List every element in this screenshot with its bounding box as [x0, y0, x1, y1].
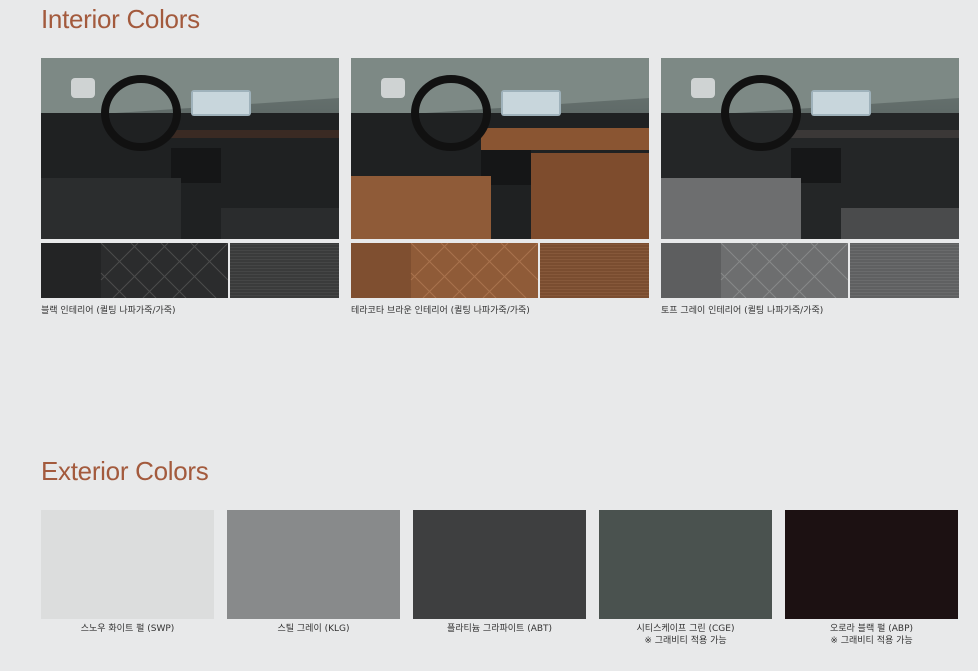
interior-caption: 토프 그레이 인테리어 (퀼팅 나파가죽/가죽)	[661, 306, 824, 316]
color-swatch	[413, 510, 586, 619]
color-caption: 오로라 블랙 펄 (ABP)	[829, 624, 914, 634]
color-swatch	[599, 510, 772, 619]
exterior-option-aurora-black-pearl[interactable]: 오로라 블랙 펄 (ABP) ※ 그래비티 적용 가능	[785, 510, 958, 647]
color-swatch	[41, 510, 214, 619]
interior-option-black[interactable]: 블랙 인테리어 (퀼팅 나파가죽/가죽)	[41, 58, 339, 316]
fabric-swatch	[850, 243, 959, 298]
interior-option-taupe-gray[interactable]: 토프 그레이 인테리어 (퀼팅 나파가죽/가죽)	[661, 58, 959, 316]
interior-photo	[351, 58, 649, 239]
leather-swatch	[661, 243, 848, 298]
color-caption: 시티스케이프 그린 (CGE)	[636, 624, 735, 634]
color-caption: 플라티늄 그라파이트 (ABT)	[446, 624, 553, 634]
interior-option-terracotta-brown[interactable]: 테라코타 브라운 인테리어 (퀼팅 나파가죽/가죽)	[351, 58, 649, 316]
color-caption: 스노우 화이트 펄 (SWP)	[80, 624, 175, 634]
interior-caption: 블랙 인테리어 (퀼팅 나파가죽/가죽)	[41, 306, 176, 316]
color-swatch	[227, 510, 400, 619]
interior-caption: 테라코타 브라운 인테리어 (퀼팅 나파가죽/가죽)	[351, 306, 530, 316]
fabric-swatch	[540, 243, 649, 298]
gravity-note: ※ 그래비티 적용 가능	[644, 636, 727, 646]
leather-swatch	[351, 243, 538, 298]
interior-dashboard-image	[661, 58, 959, 239]
color-caption: 스틸 그레이 (KLG)	[277, 624, 350, 634]
interior-photo	[41, 58, 339, 239]
interior-dashboard-image	[41, 58, 339, 239]
color-swatch	[785, 510, 958, 619]
interior-dashboard-image	[351, 58, 649, 239]
fabric-swatch	[230, 243, 339, 298]
exterior-colors-title: Exterior Colors	[41, 456, 209, 486]
leather-swatch	[41, 243, 228, 298]
exterior-option-cityscape-green[interactable]: 시티스케이프 그린 (CGE) ※ 그래비티 적용 가능	[599, 510, 772, 647]
exterior-option-steel-gray[interactable]: 스틸 그레이 (KLG)	[227, 510, 400, 635]
gravity-note: ※ 그래비티 적용 가능	[830, 636, 913, 646]
interior-photo	[661, 58, 959, 239]
exterior-option-platinum-graphite[interactable]: 플라티늄 그라파이트 (ABT)	[413, 510, 586, 635]
interior-colors-title: Interior Colors	[41, 4, 200, 34]
exterior-option-snow-white-pearl[interactable]: 스노우 화이트 펄 (SWP)	[41, 510, 214, 635]
